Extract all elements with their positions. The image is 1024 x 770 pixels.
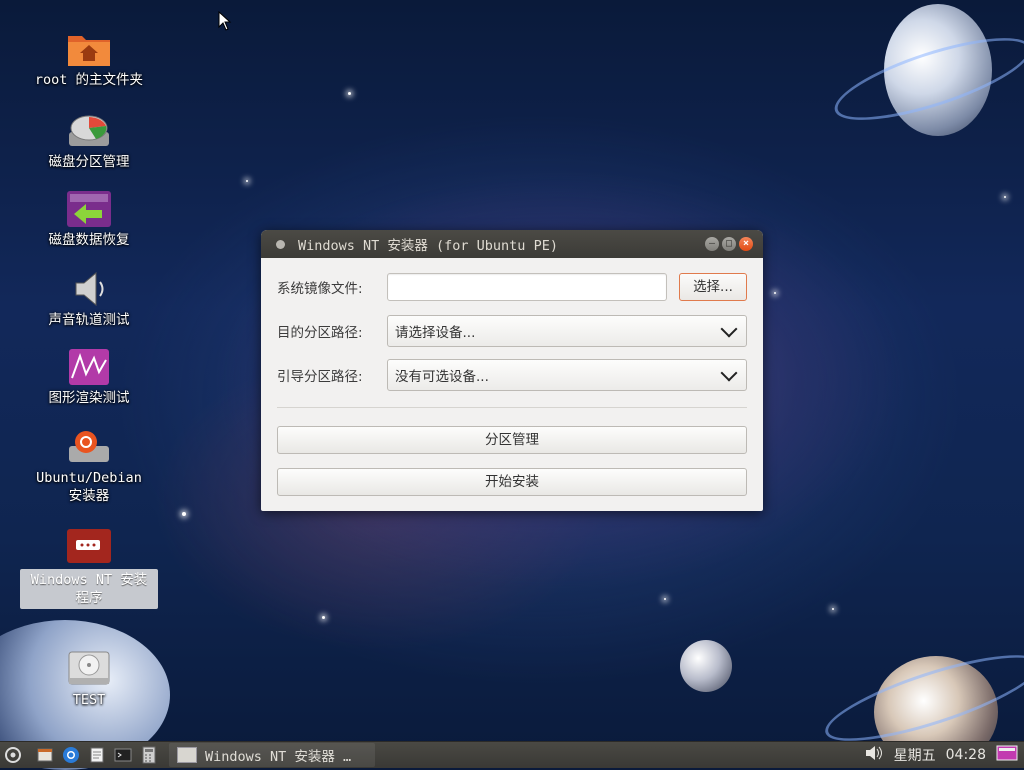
desktop-icon-label: 图形渲染测试	[48, 390, 130, 406]
recovery-icon	[66, 190, 112, 228]
taskbar-window-label: Windows NT 安装器 …	[205, 749, 352, 765]
separator	[277, 407, 747, 408]
desktop-icon-label: 磁盘分区管理	[48, 154, 130, 170]
window-menu-icon[interactable]	[276, 239, 285, 249]
chevron-down-icon	[720, 320, 738, 337]
target-partition-value: 请选择设备...	[395, 325, 476, 341]
window-content: 系统镜像文件: 选择... 目的分区路径: 请选择设备... 引导分区路径: 没…	[261, 271, 763, 496]
desktop-icon-sound-test[interactable]: 声音轨道测试	[14, 270, 164, 329]
speaker-icon	[66, 270, 112, 308]
taskbar: Windows NT 安装器 … 星期五 04:28	[0, 741, 1024, 768]
desktop-icon-data-recovery[interactable]: 磁盘数据恢复	[14, 190, 164, 249]
file-manager-icon[interactable]	[35, 745, 55, 765]
boot-partition-value: 没有可选设备...	[395, 369, 489, 385]
desktop-icon-test-drive[interactable]: TEST	[14, 650, 164, 709]
target-partition-select[interactable]: 请选择设备...	[387, 315, 747, 347]
calculator-icon[interactable]	[139, 745, 159, 765]
hard-drive-icon	[66, 650, 112, 688]
boot-partition-select[interactable]: 没有可选设备...	[387, 359, 747, 391]
desktop-icon-label: Windows NT 安装 程序	[30, 572, 148, 606]
desktop-icon-home-folder[interactable]: root 的主文件夹	[14, 30, 164, 89]
image-file-label: 系统镜像文件:	[277, 281, 363, 297]
show-desktop-icon[interactable]	[996, 744, 1018, 766]
mouse-cursor	[218, 11, 232, 31]
graphics-benchmark-icon	[66, 348, 112, 386]
desktop-icon-graphics-test[interactable]: 图形渲染测试	[14, 348, 164, 407]
text-editor-icon[interactable]	[87, 745, 107, 765]
window-title: Windows NT 安装器 (for Ubuntu PE)	[298, 238, 558, 254]
disk-utility-icon	[66, 112, 112, 150]
desktop-icon-label: Ubuntu/Debian 安装器	[36, 470, 142, 504]
start-install-button[interactable]: 开始安装	[277, 468, 747, 496]
image-file-input[interactable]	[387, 273, 667, 301]
browser-icon[interactable]	[61, 745, 81, 765]
clock-time[interactable]: 04:28	[946, 747, 986, 763]
windows-installer-icon	[66, 528, 112, 566]
chevron-down-icon	[720, 364, 738, 381]
maximize-button[interactable]: □	[722, 237, 736, 251]
taskbar-window-button[interactable]: Windows NT 安装器 …	[169, 743, 375, 767]
installer-window[interactable]: Windows NT 安装器 (for Ubuntu PE) – □ × 系统镜…	[261, 230, 763, 511]
start-menu-icon[interactable]	[3, 745, 23, 765]
desktop-icon-label: 磁盘数据恢复	[48, 232, 130, 248]
desktop-icon-label: 声音轨道测试	[48, 312, 130, 328]
system-tray: 星期五 04:28	[864, 744, 1018, 766]
desktop-icon-label: TEST	[72, 692, 106, 708]
folder-home-icon	[66, 30, 112, 68]
desktop-icon-disk-partition[interactable]: 磁盘分区管理	[14, 112, 164, 171]
ubuntu-installer-icon	[66, 428, 112, 466]
planet-bottom-small	[680, 640, 732, 692]
volume-icon[interactable]	[864, 745, 884, 765]
boot-partition-label: 引导分区路径:	[277, 369, 363, 385]
target-partition-row: 目的分区路径: 请选择设备...	[277, 315, 747, 347]
desktop-icon-label: root 的主文件夹	[34, 72, 144, 88]
close-button[interactable]: ×	[739, 237, 753, 251]
image-file-row: 系统镜像文件: 选择...	[277, 271, 747, 303]
partition-manager-button[interactable]: 分区管理	[277, 426, 747, 454]
terminal-icon[interactable]	[113, 745, 133, 765]
select-file-button[interactable]: 选择...	[679, 273, 747, 301]
target-partition-label: 目的分区路径:	[277, 325, 363, 341]
desktop-icon-windows-nt-installer[interactable]: Windows NT 安装 程序	[14, 528, 164, 609]
window-icon	[177, 747, 197, 763]
minimize-button[interactable]: –	[705, 237, 719, 251]
window-titlebar[interactable]: Windows NT 安装器 (for Ubuntu PE) – □ ×	[261, 230, 763, 258]
clock-day[interactable]: 星期五	[894, 745, 936, 765]
desktop-icon-ubuntu-installer[interactable]: Ubuntu/Debian 安装器	[14, 428, 164, 505]
boot-partition-row: 引导分区路径: 没有可选设备...	[277, 359, 747, 391]
